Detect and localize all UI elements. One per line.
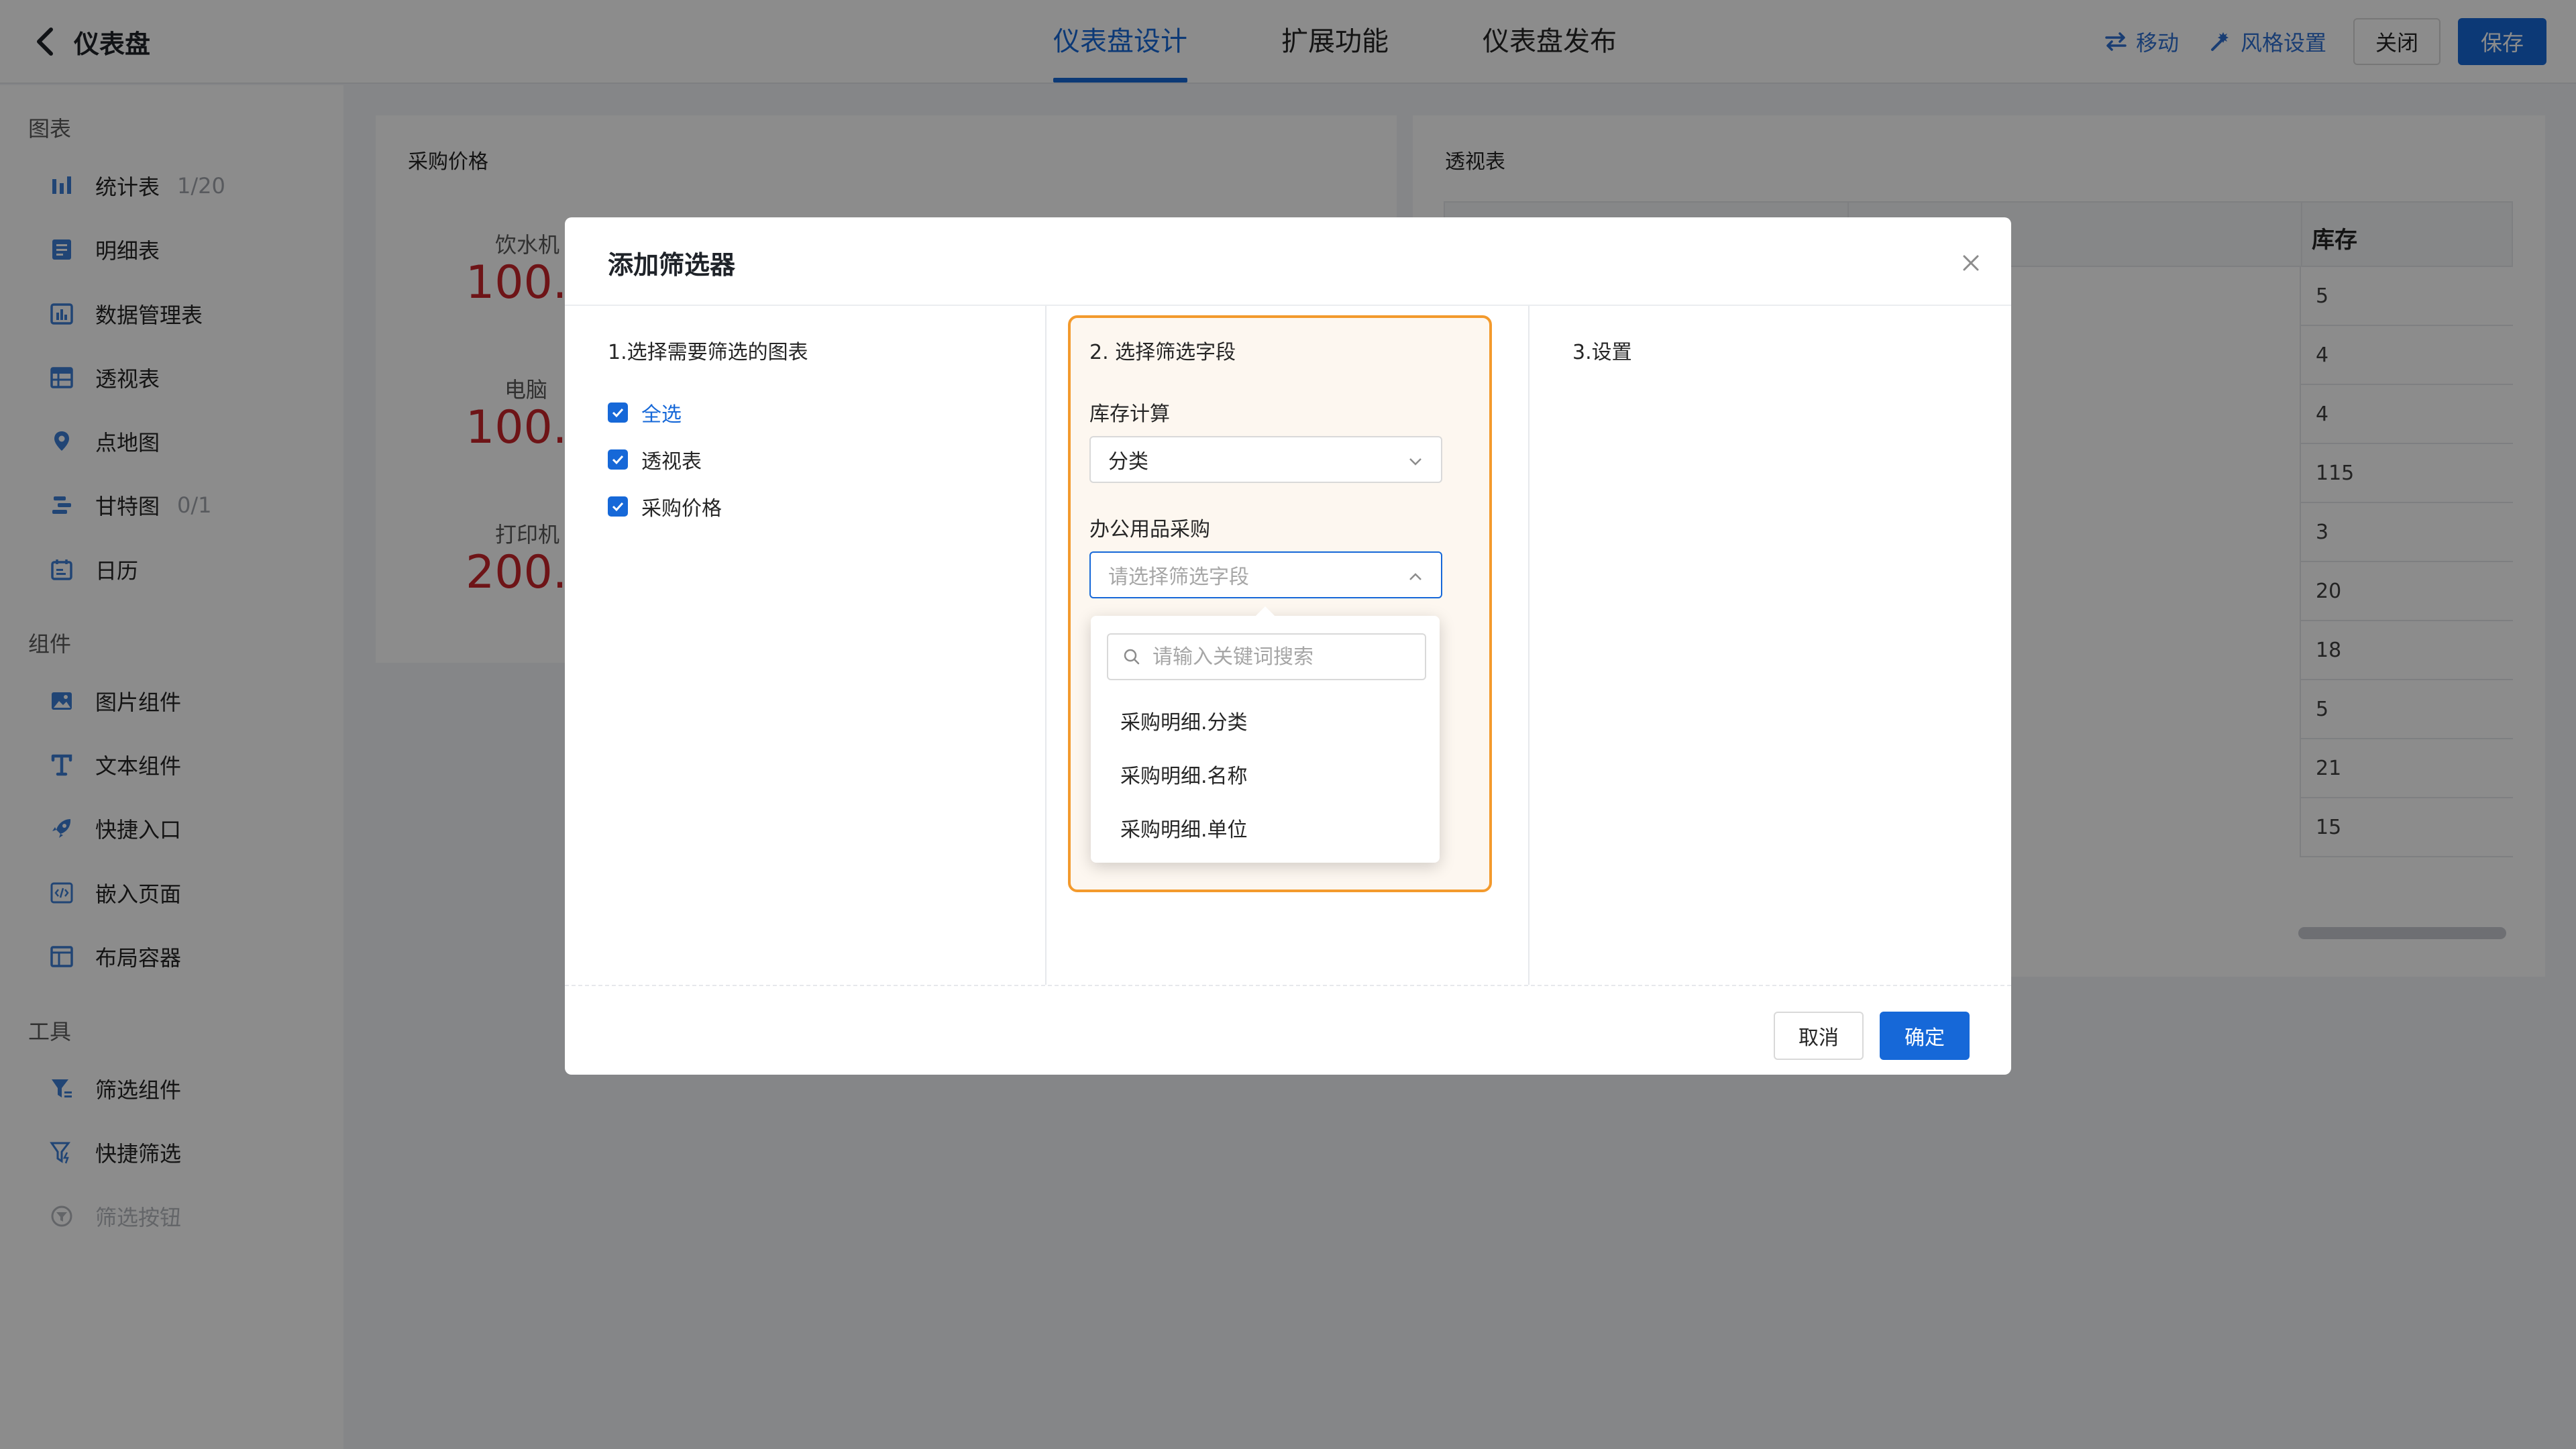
confirm-button[interactable]: 确定 xyxy=(1880,1012,1970,1060)
checkbox-label: 全选 xyxy=(641,403,682,427)
step3-title: 3.设置 xyxy=(1572,341,1632,364)
select-placeholder: 请选择筛选字段 xyxy=(1108,566,1249,589)
divider xyxy=(565,305,2011,306)
step1-title: 1.选择需要筛选的图表 xyxy=(608,341,808,364)
checkbox-label: 透视表 xyxy=(641,450,702,474)
chevron-down-icon xyxy=(1409,458,1421,466)
select-all-checkbox[interactable]: 全选 xyxy=(608,397,682,428)
checkbox-checked-icon xyxy=(608,402,628,423)
dialog-title: 添加筛选器 xyxy=(608,250,736,280)
checkbox-label: 采购价格 xyxy=(641,497,722,521)
stock-calc-label: 库存计算 xyxy=(1089,402,1170,426)
pivot-table-checkbox[interactable]: 透视表 xyxy=(608,444,702,475)
chevron-up-icon xyxy=(1409,573,1421,580)
column-divider xyxy=(1528,306,1529,985)
close-icon[interactable] xyxy=(1959,251,1983,275)
purchase-price-checkbox[interactable]: 采购价格 xyxy=(608,491,722,522)
filter-field-select[interactable]: 请选择筛选字段 xyxy=(1089,551,1442,598)
dropdown-search[interactable] xyxy=(1107,633,1426,680)
checkbox-checked-icon xyxy=(608,449,628,470)
stock-calc-select[interactable]: 分类 xyxy=(1089,436,1442,483)
dropdown-option[interactable]: 采购明细.单位 xyxy=(1120,813,1248,843)
select-value: 分类 xyxy=(1108,450,1148,474)
dropdown-option[interactable]: 采购明细.分类 xyxy=(1120,706,1248,735)
cancel-button[interactable]: 取消 xyxy=(1774,1012,1864,1060)
office-purchase-label: 办公用品采购 xyxy=(1089,518,1210,541)
field-dropdown: 采购明细.分类 采购明细.名称 采购明细.单位 xyxy=(1091,606,1440,863)
checkbox-checked-icon xyxy=(608,496,628,517)
dropdown-option[interactable]: 采购明细.名称 xyxy=(1120,759,1248,789)
footer-divider xyxy=(565,985,2011,986)
step2-title: 2. 选择筛选字段 xyxy=(1089,341,1236,364)
search-input[interactable] xyxy=(1152,645,1421,669)
column-divider xyxy=(1045,306,1046,985)
search-icon xyxy=(1124,649,1140,665)
add-filter-dialog: 添加筛选器 1.选择需要筛选的图表 全选 透视表 采购价格 2. 选择筛选字段 … xyxy=(565,217,2011,1075)
